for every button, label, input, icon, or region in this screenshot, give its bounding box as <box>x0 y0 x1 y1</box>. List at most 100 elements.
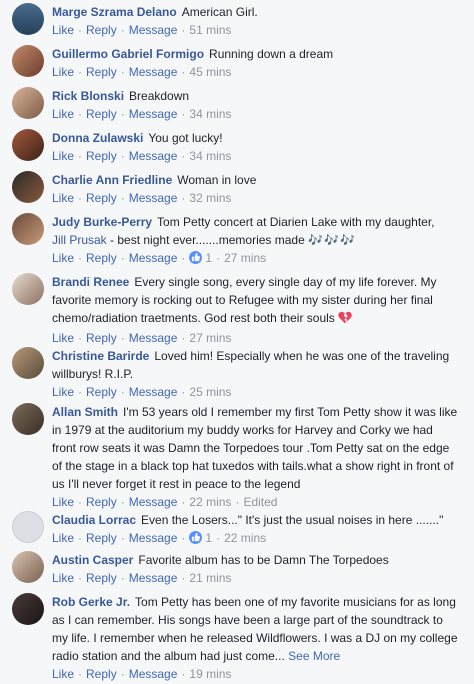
like-link[interactable]: Like <box>52 571 74 585</box>
comment-actions: Like · Reply · Message · 27 mins <box>52 331 232 345</box>
message-link[interactable]: Message <box>129 149 178 163</box>
see-more-link[interactable]: See More <box>288 649 340 663</box>
comment-author[interactable]: Rick Blonski <box>52 89 124 103</box>
avatar[interactable] <box>12 273 44 305</box>
avatar[interactable] <box>12 171 44 203</box>
thumbs-up-icon <box>189 531 203 544</box>
timestamp[interactable]: 34 mins <box>189 107 231 121</box>
reply-link[interactable]: Reply <box>86 251 117 265</box>
avatar[interactable] <box>12 347 44 379</box>
message-link[interactable]: Message <box>129 107 178 121</box>
comment-author[interactable]: Claudia Lorrac <box>52 513 136 527</box>
like-link[interactable]: Like <box>52 191 74 205</box>
timestamp[interactable]: 51 mins <box>189 23 231 37</box>
message-link[interactable]: Message <box>129 65 178 79</box>
like-link[interactable]: Like <box>52 65 74 79</box>
message-link[interactable]: Message <box>129 191 178 205</box>
reply-link[interactable]: Reply <box>86 191 117 205</box>
comment-author[interactable]: Austin Casper <box>52 553 133 567</box>
comment-actions: Like · Reply · Message · 1 · 27 mins <box>52 251 267 265</box>
avatar[interactable] <box>12 511 44 543</box>
comment-author[interactable]: Rob Gerke Jr. <box>52 595 130 609</box>
avatar[interactable] <box>12 593 44 625</box>
comment-actions: Like · Reply · Message · 32 mins <box>52 191 232 205</box>
like-link[interactable]: Like <box>52 251 74 265</box>
avatar[interactable] <box>12 45 44 77</box>
timestamp[interactable]: 21 mins <box>189 571 231 585</box>
comment-author[interactable]: Brandi Renee <box>52 275 129 289</box>
avatar[interactable] <box>12 403 44 435</box>
avatar[interactable] <box>12 213 44 245</box>
reactions[interactable]: 1 <box>189 251 212 265</box>
mention-link[interactable]: Jill Prusak <box>52 233 107 247</box>
comment-actions: Like · Reply · Message · 22 mins · Edited <box>52 495 278 509</box>
reply-link[interactable]: Reply <box>86 495 117 509</box>
like-link[interactable]: Like <box>52 531 74 545</box>
message-link[interactable]: Message <box>129 251 178 265</box>
avatar[interactable] <box>12 551 44 583</box>
avatar[interactable] <box>12 3 44 35</box>
reply-link[interactable]: Reply <box>86 331 117 345</box>
reply-link[interactable]: Reply <box>86 571 117 585</box>
message-link[interactable]: Message <box>129 495 178 509</box>
like-link[interactable]: Like <box>52 107 74 121</box>
comment-text: Tom Petty concert at Diarien Lake with m… <box>157 215 435 229</box>
comment-text: - best night ever.......memories made <box>110 233 305 247</box>
message-link[interactable]: Message <box>129 385 178 399</box>
reactions[interactable]: 1 <box>189 531 212 545</box>
comment-author[interactable]: Donna Zulawski <box>52 131 143 145</box>
timestamp[interactable]: 25 mins <box>189 385 231 399</box>
comment-text: Running down a dream <box>209 47 334 61</box>
comment-author[interactable]: Christine Barirde <box>52 349 149 363</box>
comment-author[interactable]: Marge Szrama Delano <box>52 5 177 19</box>
comment-text: Even the Losers..." It's just the usual … <box>141 513 444 527</box>
music-notes-emoji: 🎶🎶🎶 <box>308 233 356 247</box>
comment-author[interactable]: Charlie Ann Friedline <box>52 173 172 187</box>
message-link[interactable]: Message <box>129 23 178 37</box>
comment-actions: Like · Reply · Message · 1 · 22 mins <box>52 531 267 545</box>
timestamp[interactable]: 32 mins <box>189 191 231 205</box>
message-link[interactable]: Message <box>129 571 178 585</box>
edited-label[interactable]: Edited <box>243 495 277 509</box>
comment-text: Favorite album has to be Damn The Torped… <box>138 553 389 567</box>
timestamp[interactable]: 34 mins <box>189 149 231 163</box>
timestamp[interactable]: 22 mins <box>224 531 266 545</box>
message-link[interactable]: Message <box>129 667 178 681</box>
timestamp[interactable]: 27 mins <box>189 331 231 345</box>
comment-author[interactable]: Allan Smith <box>52 405 118 419</box>
reply-link[interactable]: Reply <box>86 23 117 37</box>
message-link[interactable]: Message <box>129 531 178 545</box>
broken-heart-icon <box>338 311 352 329</box>
reply-link[interactable]: Reply <box>86 65 117 79</box>
comment-actions: Like · Reply · Message · 51 mins <box>52 23 232 37</box>
avatar[interactable] <box>12 129 44 161</box>
comment-text: Woman in love <box>177 173 257 187</box>
like-link[interactable]: Like <box>52 23 74 37</box>
timestamp[interactable]: 22 mins <box>189 495 231 509</box>
like-link[interactable]: Like <box>52 149 74 163</box>
message-link[interactable]: Message <box>129 331 178 345</box>
like-link[interactable]: Like <box>52 667 74 681</box>
timestamp[interactable]: 19 mins <box>189 667 231 681</box>
like-link[interactable]: Like <box>52 331 74 345</box>
timestamp[interactable]: 27 mins <box>224 251 266 265</box>
reaction-count: 1 <box>205 531 213 545</box>
reply-link[interactable]: Reply <box>86 531 117 545</box>
reply-link[interactable]: Reply <box>86 107 117 121</box>
reply-link[interactable]: Reply <box>86 667 117 681</box>
like-link[interactable]: Like <box>52 495 74 509</box>
comment-text: Breakdown <box>129 89 190 103</box>
comment-actions: Like · Reply · Message · 45 mins <box>52 65 232 79</box>
avatar[interactable] <box>12 87 44 119</box>
comment-author[interactable]: Guillermo Gabriel Formigo <box>52 47 204 61</box>
timestamp[interactable]: 45 mins <box>189 65 231 79</box>
reply-link[interactable]: Reply <box>86 385 117 399</box>
thumbs-up-icon <box>189 251 203 264</box>
comment-actions: Like · Reply · Message · 21 mins <box>52 571 232 585</box>
like-link[interactable]: Like <box>52 385 74 399</box>
reaction-count: 1 <box>205 251 213 265</box>
comment-actions: Like · Reply · Message · 19 mins <box>52 667 232 681</box>
comment-actions: Like · Reply · Message · 25 mins <box>52 385 232 399</box>
comment-author[interactable]: Judy Burke-Perry <box>52 215 152 229</box>
reply-link[interactable]: Reply <box>86 149 117 163</box>
